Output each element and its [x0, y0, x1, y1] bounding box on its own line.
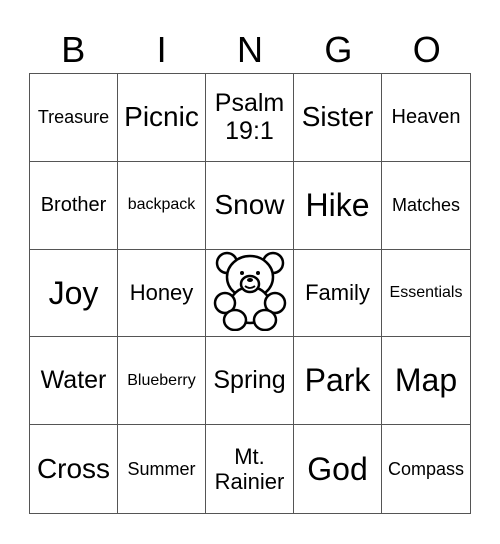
bingo-cell[interactable]: backpack: [118, 161, 206, 250]
bingo-cell[interactable]: Map: [382, 337, 470, 426]
bingo-cell[interactable]: Water: [30, 337, 118, 426]
bingo-cell[interactable]: Summer: [118, 425, 206, 513]
bingo-card-grid: Treasure Picnic Psalm 19:1 Sister Heaven Brot…: [29, 73, 471, 514]
bingo-cell[interactable]: Compass: [382, 425, 470, 513]
cell-text: Heaven: [391, 105, 461, 128]
teddy-bear-icon: [213, 250, 287, 337]
cell-text: Map: [394, 362, 458, 399]
cell-text: Hike: [305, 186, 370, 223]
bingo-cell[interactable]: Treasure: [30, 74, 118, 162]
cell-text: Summer: [127, 458, 196, 479]
bingo-cell[interactable]: Family: [294, 249, 382, 338]
header-letter-i: I: [156, 29, 167, 70]
cell-text: Joy: [48, 274, 99, 311]
free-space-cell[interactable]: [206, 249, 294, 338]
bingo-cell[interactable]: God: [294, 425, 382, 513]
bingo-cell[interactable]: Picnic: [118, 74, 206, 162]
cell-text: Cross: [36, 453, 111, 484]
bingo-cell[interactable]: Spring: [206, 337, 294, 426]
bingo-cell[interactable]: Hike: [294, 161, 382, 250]
header-letter-n: N: [236, 29, 263, 70]
cell-text: Psalm 19:1: [214, 88, 285, 146]
cell-text: Compass: [387, 458, 465, 479]
cell-text: Sister: [301, 101, 374, 133]
cell-text: Brother: [40, 193, 107, 216]
cell-text: Family: [305, 280, 370, 306]
cell-text: Essentials: [389, 283, 463, 301]
cell-text: Treasure: [37, 107, 110, 128]
cell-text: Blueberry: [127, 371, 196, 389]
bingo-cell[interactable]: Blueberry: [118, 337, 206, 426]
bingo-cell[interactable]: Joy: [30, 249, 118, 338]
bingo-cell[interactable]: Brother: [30, 161, 118, 250]
bingo-cell[interactable]: Psalm 19:1: [206, 74, 294, 162]
cell-text: Park: [304, 362, 371, 399]
bingo-cell[interactable]: Essentials: [382, 250, 470, 338]
header-letter-o: O: [412, 29, 441, 70]
cell-text: backpack: [127, 196, 196, 213]
cell-text: Mt. Rainier: [214, 443, 285, 495]
bingo-header: B I N G O: [29, 28, 471, 72]
bingo-cell[interactable]: Honey: [118, 249, 206, 338]
header-letter-g: G: [324, 29, 353, 70]
header-letter-b: B: [61, 29, 86, 70]
cell-text: Honey: [129, 280, 194, 306]
cell-text: Spring: [213, 366, 286, 395]
bingo-cell[interactable]: Mt. Rainier: [206, 425, 294, 513]
bingo-cell[interactable]: Sister: [294, 74, 382, 162]
cell-text: Picnic: [124, 101, 199, 133]
bingo-cell[interactable]: Matches: [382, 162, 470, 250]
cell-text: God: [307, 450, 368, 487]
bingo-cell[interactable]: Snow: [206, 161, 294, 250]
cell-text: Matches: [391, 194, 461, 215]
cell-text: Water: [40, 366, 107, 395]
cell-text: Snow: [214, 189, 285, 221]
bingo-cell[interactable]: Park: [294, 337, 382, 426]
bingo-cell[interactable]: Heaven: [382, 74, 470, 162]
bingo-cell[interactable]: Cross: [30, 425, 118, 513]
